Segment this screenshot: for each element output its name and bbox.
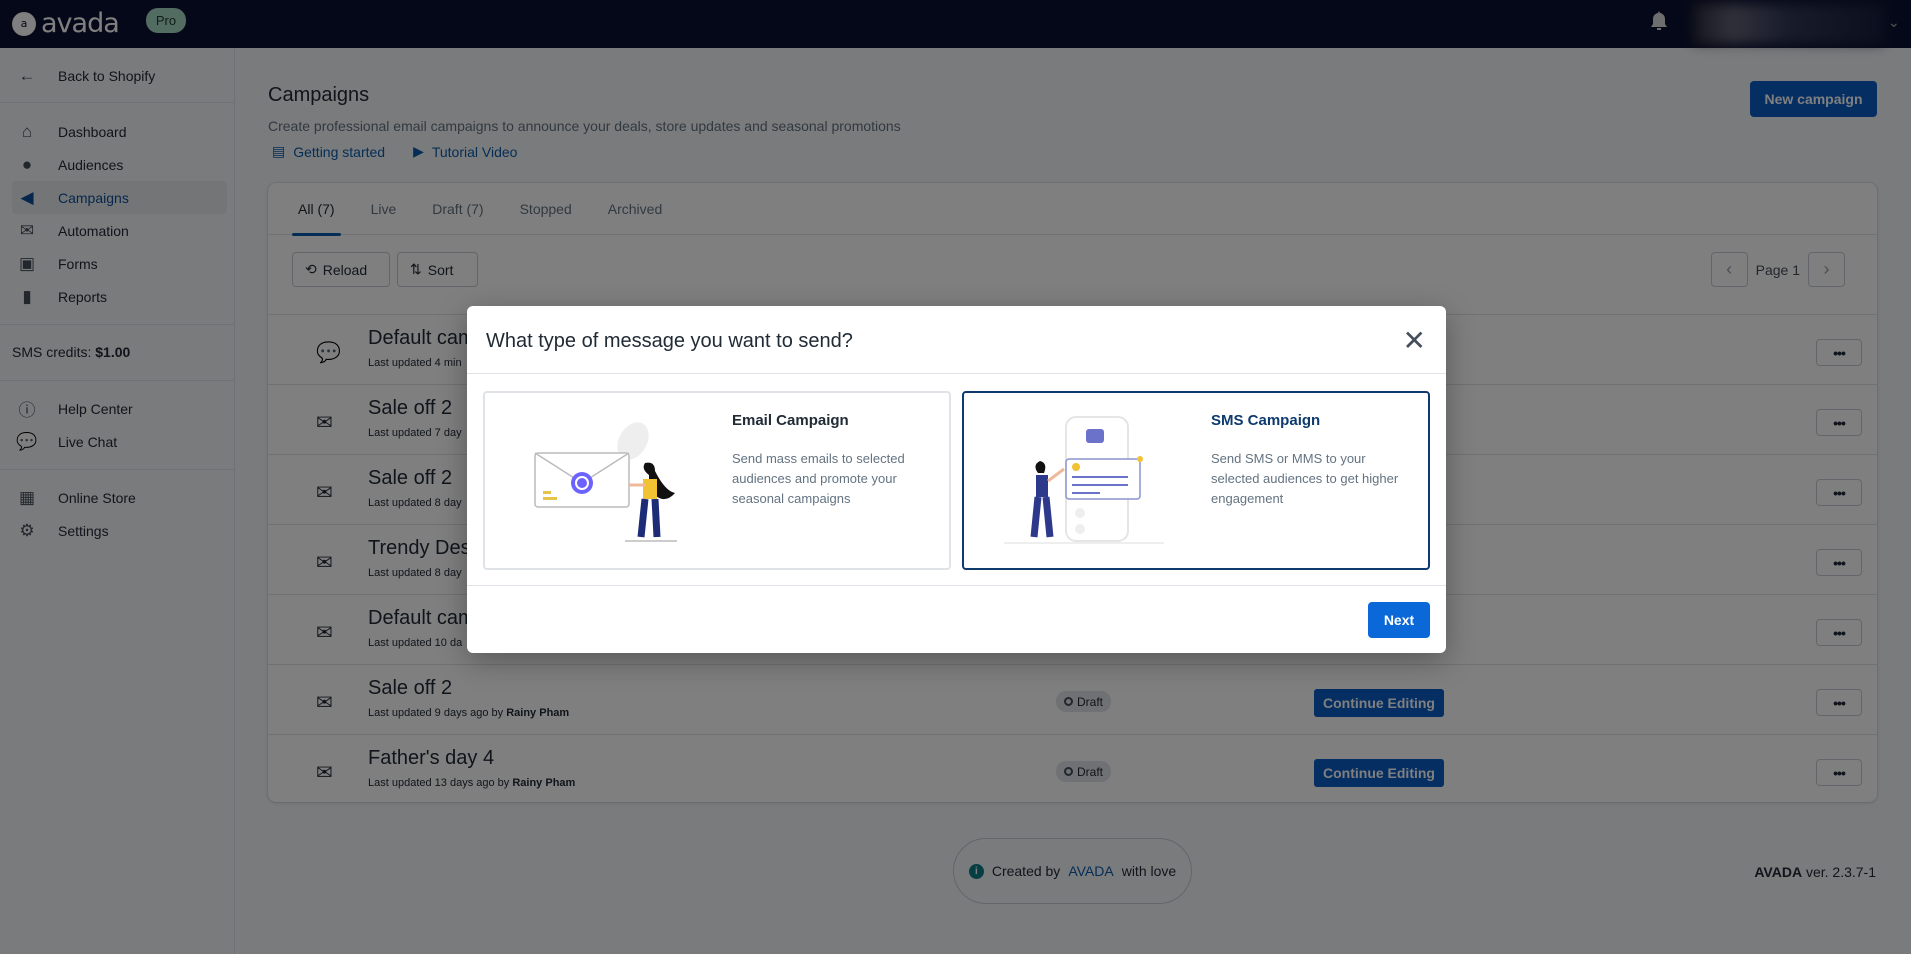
modal-title: What type of message you want to send? (486, 330, 853, 352)
option-description: Send mass emails to selected audiences a… (732, 451, 905, 506)
close-icon[interactable]: ✕ (1403, 324, 1426, 357)
divider (467, 585, 1446, 586)
sms-illustration (1004, 416, 1164, 544)
message-type-modal: What type of message you want to send? ✕… (467, 306, 1446, 653)
sms-campaign-option[interactable]: SMS Campaign Send SMS or MMS to your sel… (962, 391, 1430, 570)
email-campaign-option[interactable]: Email Campaign Send mass emails to selec… (483, 391, 951, 570)
next-button[interactable]: Next (1368, 602, 1430, 638)
option-title: SMS Campaign (1211, 412, 1321, 429)
email-illustration (534, 422, 677, 542)
option-description: Send SMS or MMS to your selected audienc… (1211, 451, 1399, 506)
option-title: Email Campaign (732, 412, 849, 429)
